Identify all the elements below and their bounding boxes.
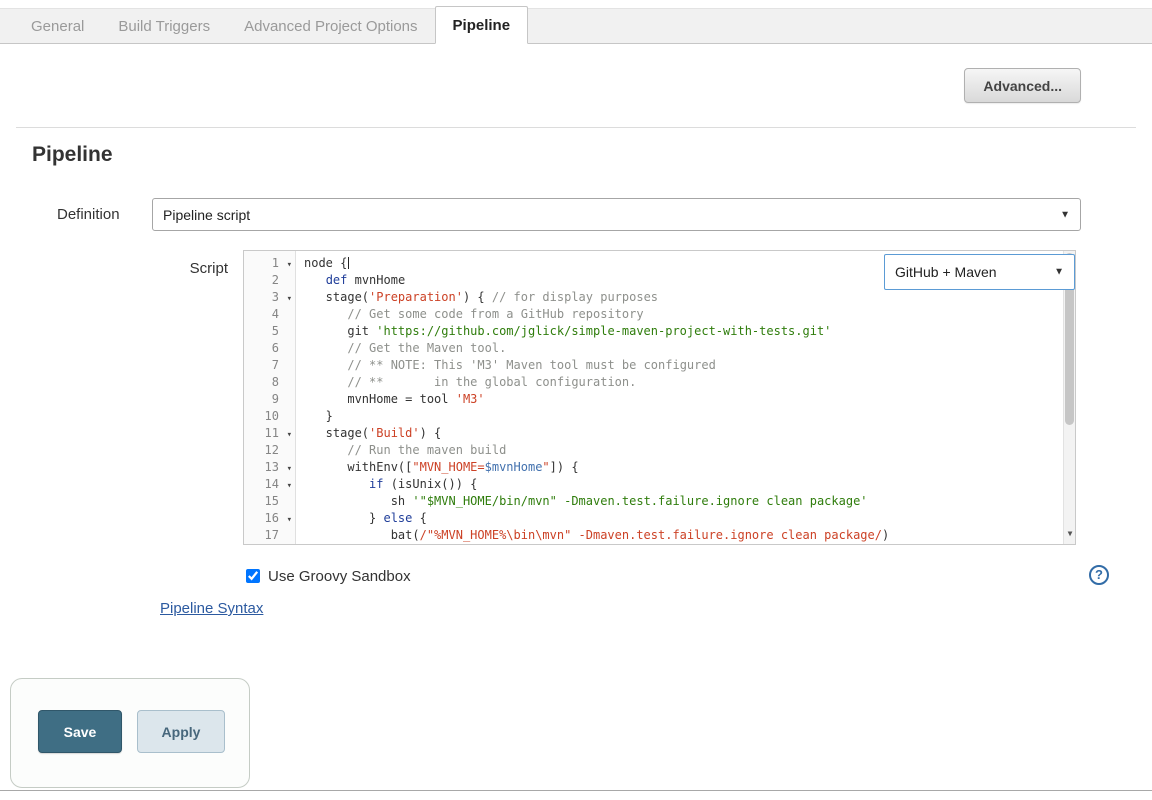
page-title: Pipeline [32, 143, 1152, 167]
definition-row: Definition Pipeline script ▼ [57, 198, 1081, 231]
script-editor[interactable]: 1▾23▾4567891011▾1213▾14▾1516▾17 node { d… [243, 250, 1076, 545]
sample-pipeline-value: GitHub + Maven [895, 264, 997, 281]
gutter-line: 7 [244, 357, 295, 374]
text-cursor [348, 257, 349, 269]
code-line[interactable]: mvnHome = tool 'M3' [304, 391, 1061, 408]
gutter-line: 15 [244, 493, 295, 510]
gutter-line: 10 [244, 408, 295, 425]
page-bottom-border [0, 790, 1152, 791]
code-line[interactable]: bat(/"%MVN_HOME%\bin\mvn" -Dmaven.test.f… [304, 527, 1061, 544]
editor-gutter: 1▾23▾4567891011▾1213▾14▾1516▾17 [244, 251, 296, 544]
code-line[interactable]: } else { [304, 510, 1061, 527]
gutter-line: 12 [244, 442, 295, 459]
editor-code[interactable]: node { def mvnHome stage('Preparation') … [296, 251, 1075, 544]
gutter-line: 13▾ [244, 459, 295, 476]
script-label: Script [0, 250, 228, 545]
pipeline-syntax-link[interactable]: Pipeline Syntax [160, 600, 263, 617]
save-panel: Save Apply [10, 678, 250, 788]
code-line[interactable]: // Get the Maven tool. [304, 340, 1061, 357]
tab-build-triggers[interactable]: Build Triggers [101, 9, 227, 43]
script-row: Script 1▾23▾4567891011▾1213▾14▾1516▾17 n… [0, 250, 1152, 545]
gutter-line: 9 [244, 391, 295, 408]
gutter-line: 4 [244, 306, 295, 323]
chevron-down-icon: ▼ [1054, 264, 1064, 281]
definition-label: Definition [57, 206, 152, 223]
section-divider [16, 127, 1136, 128]
chevron-down-icon: ▼ [1060, 209, 1070, 220]
gutter-line: 11▾ [244, 425, 295, 442]
code-line[interactable]: git 'https://github.com/jglick/simple-ma… [304, 323, 1061, 340]
gutter-line: 17 [244, 527, 295, 544]
gutter-line: 1▾ [244, 255, 295, 272]
code-line[interactable]: // ** in the global configuration. [304, 374, 1061, 391]
advanced-button[interactable]: Advanced... [964, 68, 1081, 103]
code-line[interactable]: // Get some code from a GitHub repositor… [304, 306, 1061, 323]
code-line[interactable]: withEnv(["MVN_HOME=$mvnHome"]) { [304, 459, 1061, 476]
gutter-line: 3▾ [244, 289, 295, 306]
gutter-line: 8 [244, 374, 295, 391]
gutter-line: 5 [244, 323, 295, 340]
help-icon[interactable]: ? [1089, 565, 1109, 585]
tab-pipeline[interactable]: Pipeline [435, 6, 529, 44]
apply-button[interactable]: Apply [137, 710, 225, 753]
code-line[interactable]: sh '"$MVN_HOME/bin/mvn" -Dmaven.test.fai… [304, 493, 1061, 510]
tab-general[interactable]: General [14, 9, 101, 43]
gutter-line: 6 [244, 340, 295, 357]
groovy-sandbox-checkbox[interactable] [246, 569, 260, 583]
sample-pipeline-select[interactable]: GitHub + Maven ▼ [884, 254, 1075, 290]
code-line[interactable]: // Run the maven build [304, 442, 1061, 459]
tab-advanced-project-options[interactable]: Advanced Project Options [227, 9, 434, 43]
code-line[interactable]: stage('Preparation') { // for display pu… [304, 289, 1061, 306]
code-line[interactable]: // ** NOTE: This 'M3' Maven tool must be… [304, 357, 1061, 374]
code-line[interactable]: if (isUnix()) { [304, 476, 1061, 493]
code-line[interactable]: } [304, 408, 1061, 425]
save-button[interactable]: Save [38, 710, 122, 753]
advanced-row: Advanced... [0, 44, 1152, 127]
groovy-sandbox-label[interactable]: Use Groovy Sandbox [268, 568, 411, 585]
link-row: Pipeline Syntax [160, 600, 1152, 618]
editor-scrollbar[interactable]: ▼ [1063, 251, 1075, 544]
scroll-down-icon[interactable]: ▼ [1064, 525, 1076, 542]
definition-select[interactable]: Pipeline script ▼ [152, 198, 1081, 231]
gutter-line: 2 [244, 272, 295, 289]
gutter-line: 14▾ [244, 476, 295, 493]
definition-select-value: Pipeline script [163, 207, 250, 223]
tab-bar: GeneralBuild TriggersAdvanced Project Op… [0, 8, 1152, 44]
code-line[interactable]: stage('Build') { [304, 425, 1061, 442]
gutter-line: 16▾ [244, 510, 295, 527]
sandbox-row: Use Groovy Sandbox ? [0, 566, 1152, 586]
